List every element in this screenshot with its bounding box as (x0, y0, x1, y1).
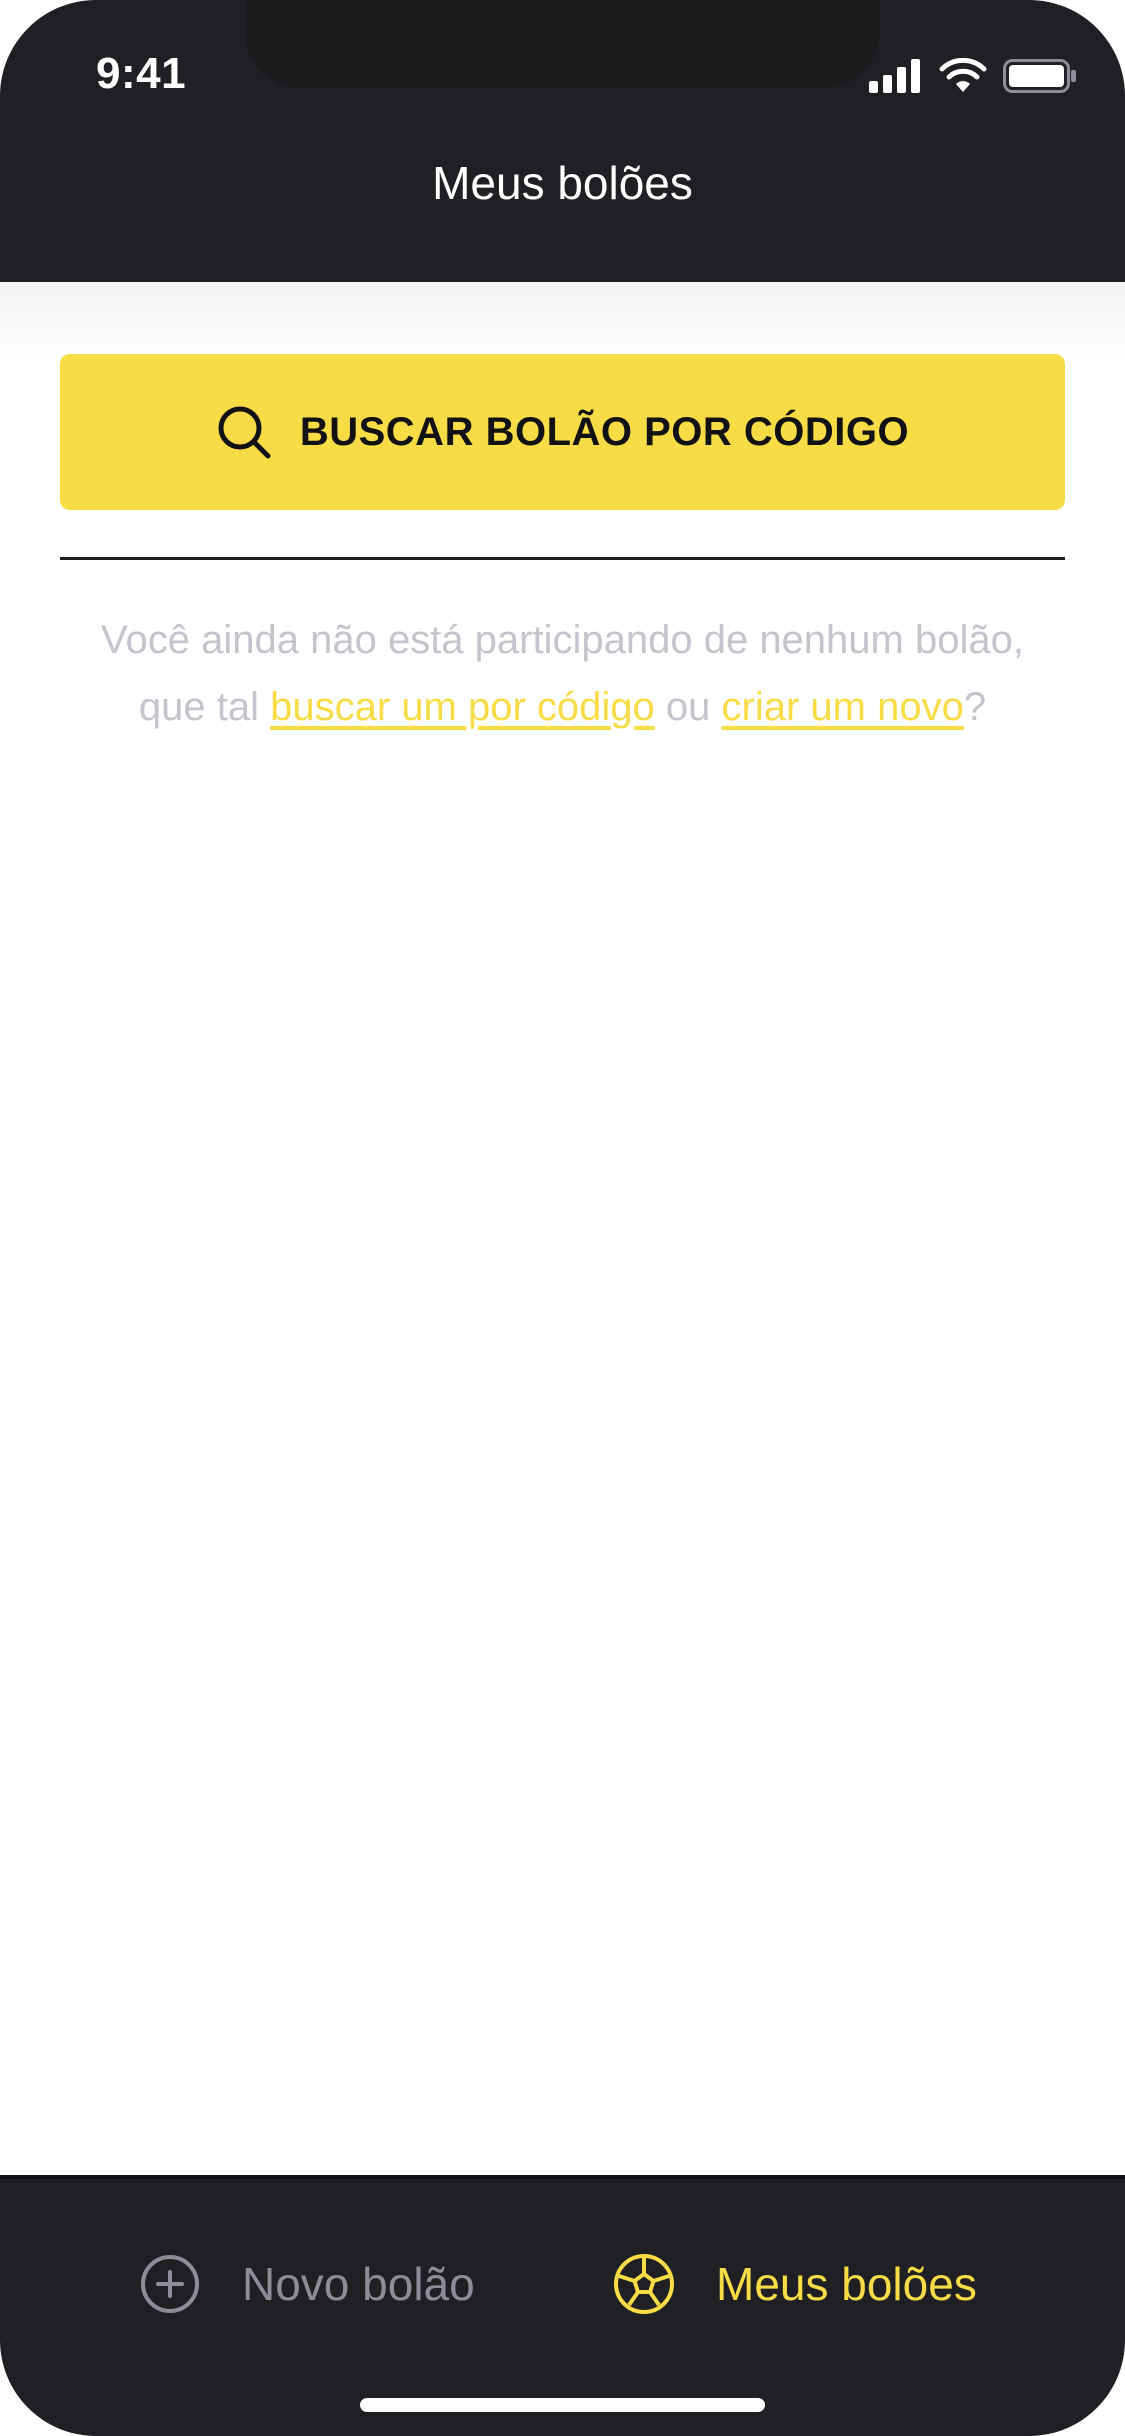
cellular-signal-icon (869, 59, 920, 93)
empty-state-message: Você ainda não está participando de nenh… (90, 607, 1035, 741)
soccer-ball-icon (614, 2254, 674, 2314)
wifi-icon (939, 58, 987, 92)
home-indicator[interactable] (360, 2398, 765, 2412)
battery-icon (1003, 59, 1076, 93)
page-title: Meus bolões (432, 157, 693, 209)
tab-my-pools[interactable]: Meus bolões (612, 2239, 977, 2329)
tab-new-pool[interactable]: Novo bolão (138, 2239, 475, 2329)
phone-screen: 9:41 Meus bolões BUSCAR BOLÃO POR CÓDIGO… (0, 0, 1125, 2436)
empty-state-text-end: ? (963, 685, 987, 729)
search-icon (218, 406, 271, 459)
tab-my-pools-label: Meus bolões (716, 2258, 977, 2310)
device-notch (245, 0, 880, 88)
status-time: 9:41 (96, 49, 187, 98)
plus-circle-icon (141, 2255, 199, 2313)
empty-state-text-or: ou (654, 685, 722, 729)
search-by-code-link[interactable]: buscar um por código (270, 685, 655, 729)
tab-new-pool-label: Novo bolão (242, 2258, 475, 2310)
search-button-label: BUSCAR BOLÃO POR CÓDIGO (299, 409, 910, 454)
header: 9:41 Meus bolões (0, 0, 1125, 282)
divider (60, 557, 1065, 560)
create-new-link[interactable]: criar um novo (722, 685, 964, 729)
main-content: BUSCAR BOLÃO POR CÓDIGO Você ainda não e… (0, 282, 1125, 2175)
tab-bar: Novo bolão Meus bolões (0, 2175, 1125, 2436)
search-by-code-button[interactable]: BUSCAR BOLÃO POR CÓDIGO (60, 354, 1065, 510)
status-icons (869, 56, 1077, 96)
